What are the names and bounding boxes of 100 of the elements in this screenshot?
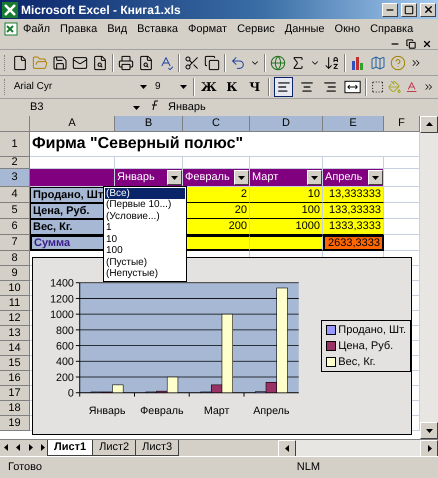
- axis-label: 1000: [50, 308, 74, 321]
- scroll-right-button[interactable]: [420, 440, 438, 457]
- row-header[interactable]: 10: [0, 280, 30, 296]
- filter-button[interactable]: [368, 170, 383, 185]
- caret-icon: [372, 174, 379, 181]
- caret-icon: [238, 174, 245, 181]
- select-all-button[interactable]: [0, 116, 30, 132]
- row-header[interactable]: 7: [0, 234, 30, 251]
- row-header[interactable]: 19: [0, 416, 30, 431]
- sheet-tab[interactable]: Лист1: [47, 440, 94, 456]
- row-header[interactable]: 2: [0, 156, 30, 169]
- row-header[interactable]: 1: [0, 132, 30, 157]
- undo-icon[interactable]: [230, 54, 246, 71]
- table-cell: 13,333333: [323, 186, 384, 203]
- category-label: Апрель: [253, 404, 290, 417]
- font-color-icon[interactable]: [405, 80, 419, 94]
- sheet-tab[interactable]: Лист2: [92, 440, 136, 456]
- table-cell: 100: [250, 202, 323, 219]
- merge-cells-icon[interactable]: [344, 80, 361, 94]
- filter-button[interactable]: [234, 170, 249, 185]
- row-header[interactable]: 14: [0, 340, 30, 356]
- app-icon: [2, 2, 18, 18]
- print-preview-icon[interactable]: [138, 54, 154, 71]
- workbook-icon[interactable]: [4, 22, 18, 36]
- chart-icon[interactable]: [350, 54, 366, 71]
- borders-icon[interactable]: [370, 80, 384, 94]
- file-search-icon[interactable]: [92, 54, 108, 71]
- list-item[interactable]: (Непустые): [105, 268, 185, 280]
- sort-icon[interactable]: [324, 54, 340, 71]
- close-button[interactable]: [420, 2, 436, 17]
- fill-color-icon[interactable]: [388, 80, 402, 94]
- caret-icon: [140, 83, 147, 90]
- font-field[interactable]: Arial Cyr: [12, 78, 149, 95]
- caret-icon: [133, 104, 140, 111]
- maximize-button[interactable]: [401, 2, 417, 17]
- filter-button[interactable]: [167, 170, 182, 185]
- copy-icon[interactable]: [204, 54, 220, 71]
- row-header[interactable]: 6: [0, 218, 30, 235]
- row-header[interactable]: 18: [0, 400, 30, 416]
- scroll-left-button[interactable]: [278, 440, 296, 457]
- row-header[interactable]: 16: [0, 370, 30, 386]
- close-icon[interactable]: [422, 39, 432, 50]
- header-label: Март: [252, 171, 278, 184]
- list-item[interactable]: (Все): [105, 188, 185, 200]
- menu-item[interactable]: Справка: [365, 23, 418, 36]
- horizontal-scrollbar[interactable]: [278, 440, 438, 456]
- style-button[interactable]: К: [222, 78, 242, 96]
- row-header[interactable]: 5: [0, 202, 30, 219]
- row-header[interactable]: 8: [0, 250, 30, 266]
- print-icon[interactable]: [118, 54, 134, 71]
- align-center-icon: [300, 80, 314, 94]
- row-header[interactable]: 4: [0, 186, 30, 203]
- legend-label: Вес, Кг.: [338, 356, 376, 368]
- column-header[interactable]: C: [183, 116, 250, 132]
- column-header[interactable]: A: [30, 116, 115, 132]
- name-box[interactable]: B3: [30, 101, 140, 114]
- menu-item[interactable]: Данные: [280, 23, 330, 36]
- map-icon[interactable]: [370, 54, 386, 71]
- style-button[interactable]: Ч: [245, 78, 264, 96]
- legend-label: Продано, Шт.: [338, 324, 406, 336]
- row-header[interactable]: 11: [0, 296, 30, 311]
- align-button[interactable]: [274, 76, 294, 97]
- menu-item[interactable]: Правка: [55, 23, 102, 36]
- keyboard-indicator: NLM: [296, 461, 320, 474]
- sheet-tab[interactable]: Лист3: [135, 440, 180, 456]
- row-header[interactable]: 13: [0, 326, 30, 341]
- column-header[interactable]: D: [250, 116, 323, 132]
- window-title: Microsoft Excel - Книга1.xls: [21, 2, 182, 17]
- font-size-field[interactable]: 9: [152, 78, 190, 95]
- list-item[interactable]: (Пустые): [105, 256, 185, 268]
- menu-item[interactable]: Окно: [330, 23, 366, 36]
- scroll-up-button[interactable]: [420, 116, 438, 133]
- menu-item[interactable]: Вид: [102, 23, 132, 36]
- column-header[interactable]: F: [384, 116, 420, 132]
- status-text: Готово: [8, 461, 42, 474]
- row-header[interactable]: 17: [0, 386, 30, 401]
- column-header[interactable]: B: [115, 116, 183, 132]
- globe-icon[interactable]: [270, 54, 286, 71]
- row-header[interactable]: 3: [0, 168, 30, 187]
- row-header[interactable]: 9: [0, 266, 30, 281]
- legend-label: Цена, Руб.: [338, 340, 394, 352]
- menu-item[interactable]: Формат: [183, 23, 232, 36]
- new-file-icon[interactable]: [12, 54, 28, 71]
- right-arrow-icon: [426, 444, 432, 452]
- menu-item[interactable]: Сервис: [232, 23, 280, 36]
- menu-item[interactable]: Файл: [18, 23, 56, 36]
- filter-button[interactable]: [307, 170, 322, 185]
- restore-icon[interactable]: [406, 39, 416, 50]
- scroll-down-button[interactable]: [420, 422, 438, 439]
- row-header[interactable]: 12: [0, 310, 30, 326]
- menu-item[interactable]: Вставка: [132, 23, 184, 36]
- formula-field[interactable]: Январь: [168, 101, 206, 114]
- style-button[interactable]: Ж: [199, 78, 218, 96]
- minimize-button[interactable]: [382, 2, 398, 17]
- cut-icon[interactable]: [184, 54, 200, 71]
- mail-icon[interactable]: [72, 54, 88, 71]
- save-icon[interactable]: [52, 54, 68, 71]
- column-header[interactable]: E: [323, 116, 384, 132]
- row-header[interactable]: 15: [0, 356, 30, 371]
- vertical-scrollbar[interactable]: [420, 116, 438, 439]
